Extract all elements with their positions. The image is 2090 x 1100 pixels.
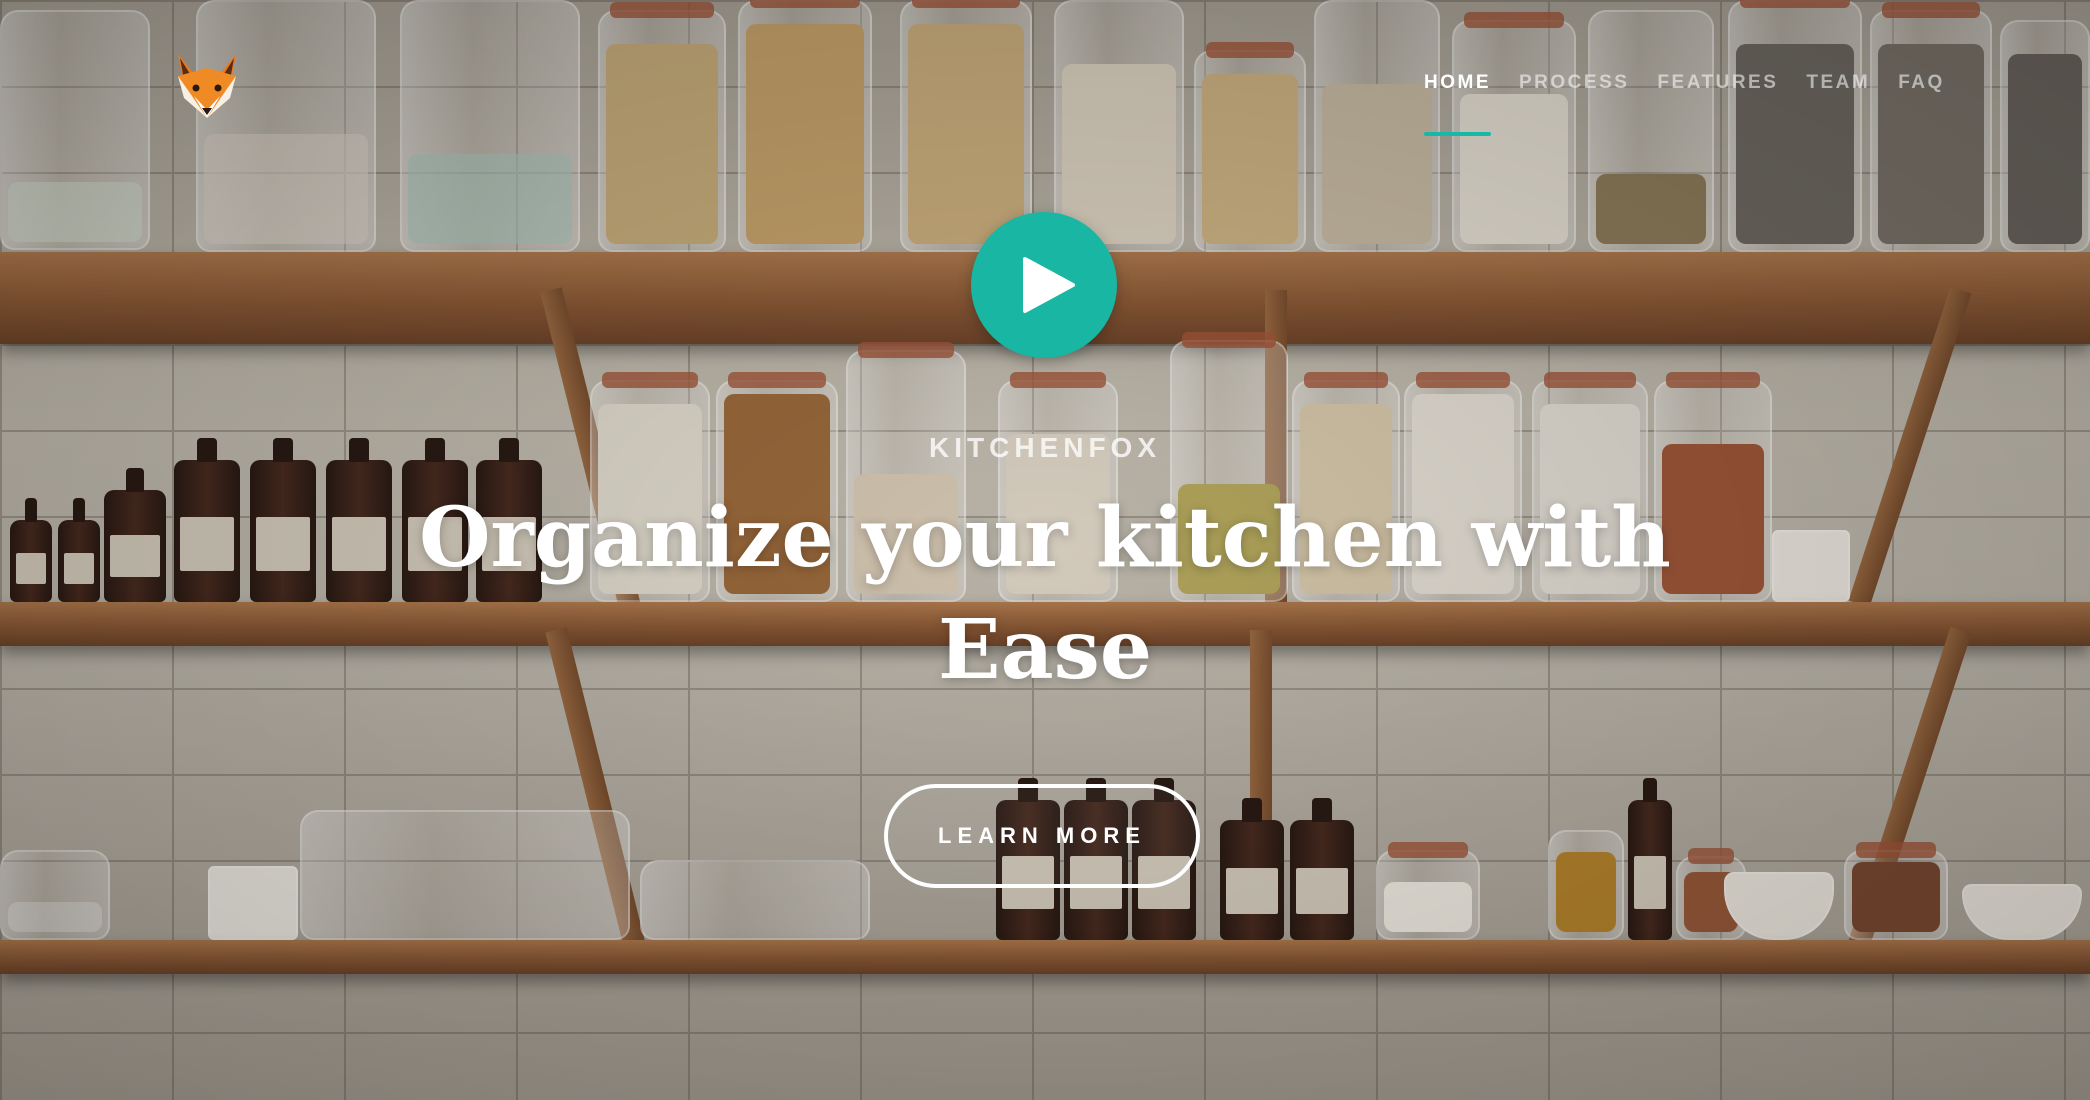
- hero-section: HOME PROCESS FEATURES TEAM FAQ KITCHENFO…: [0, 0, 2090, 1100]
- play-video-button[interactable]: [971, 212, 1117, 358]
- main-nav: HOME PROCESS FEATURES TEAM FAQ: [1410, 72, 1959, 136]
- brand-eyebrow: KITCHENFOX: [929, 432, 1161, 463]
- fox-icon: [178, 54, 236, 118]
- nav-item-team[interactable]: TEAM: [1792, 72, 1884, 94]
- nav-item-process[interactable]: PROCESS: [1505, 72, 1643, 94]
- nav-item-home[interactable]: HOME: [1410, 72, 1505, 136]
- learn-more-button[interactable]: LEARN MORE: [884, 784, 1200, 888]
- fox-logo[interactable]: [172, 52, 242, 124]
- hero-headline: Organize your kitchen with Ease: [419, 490, 1671, 698]
- play-icon: [1023, 257, 1075, 313]
- nav-item-features[interactable]: FEATURES: [1643, 72, 1792, 94]
- nav-item-faq[interactable]: FAQ: [1884, 72, 1959, 94]
